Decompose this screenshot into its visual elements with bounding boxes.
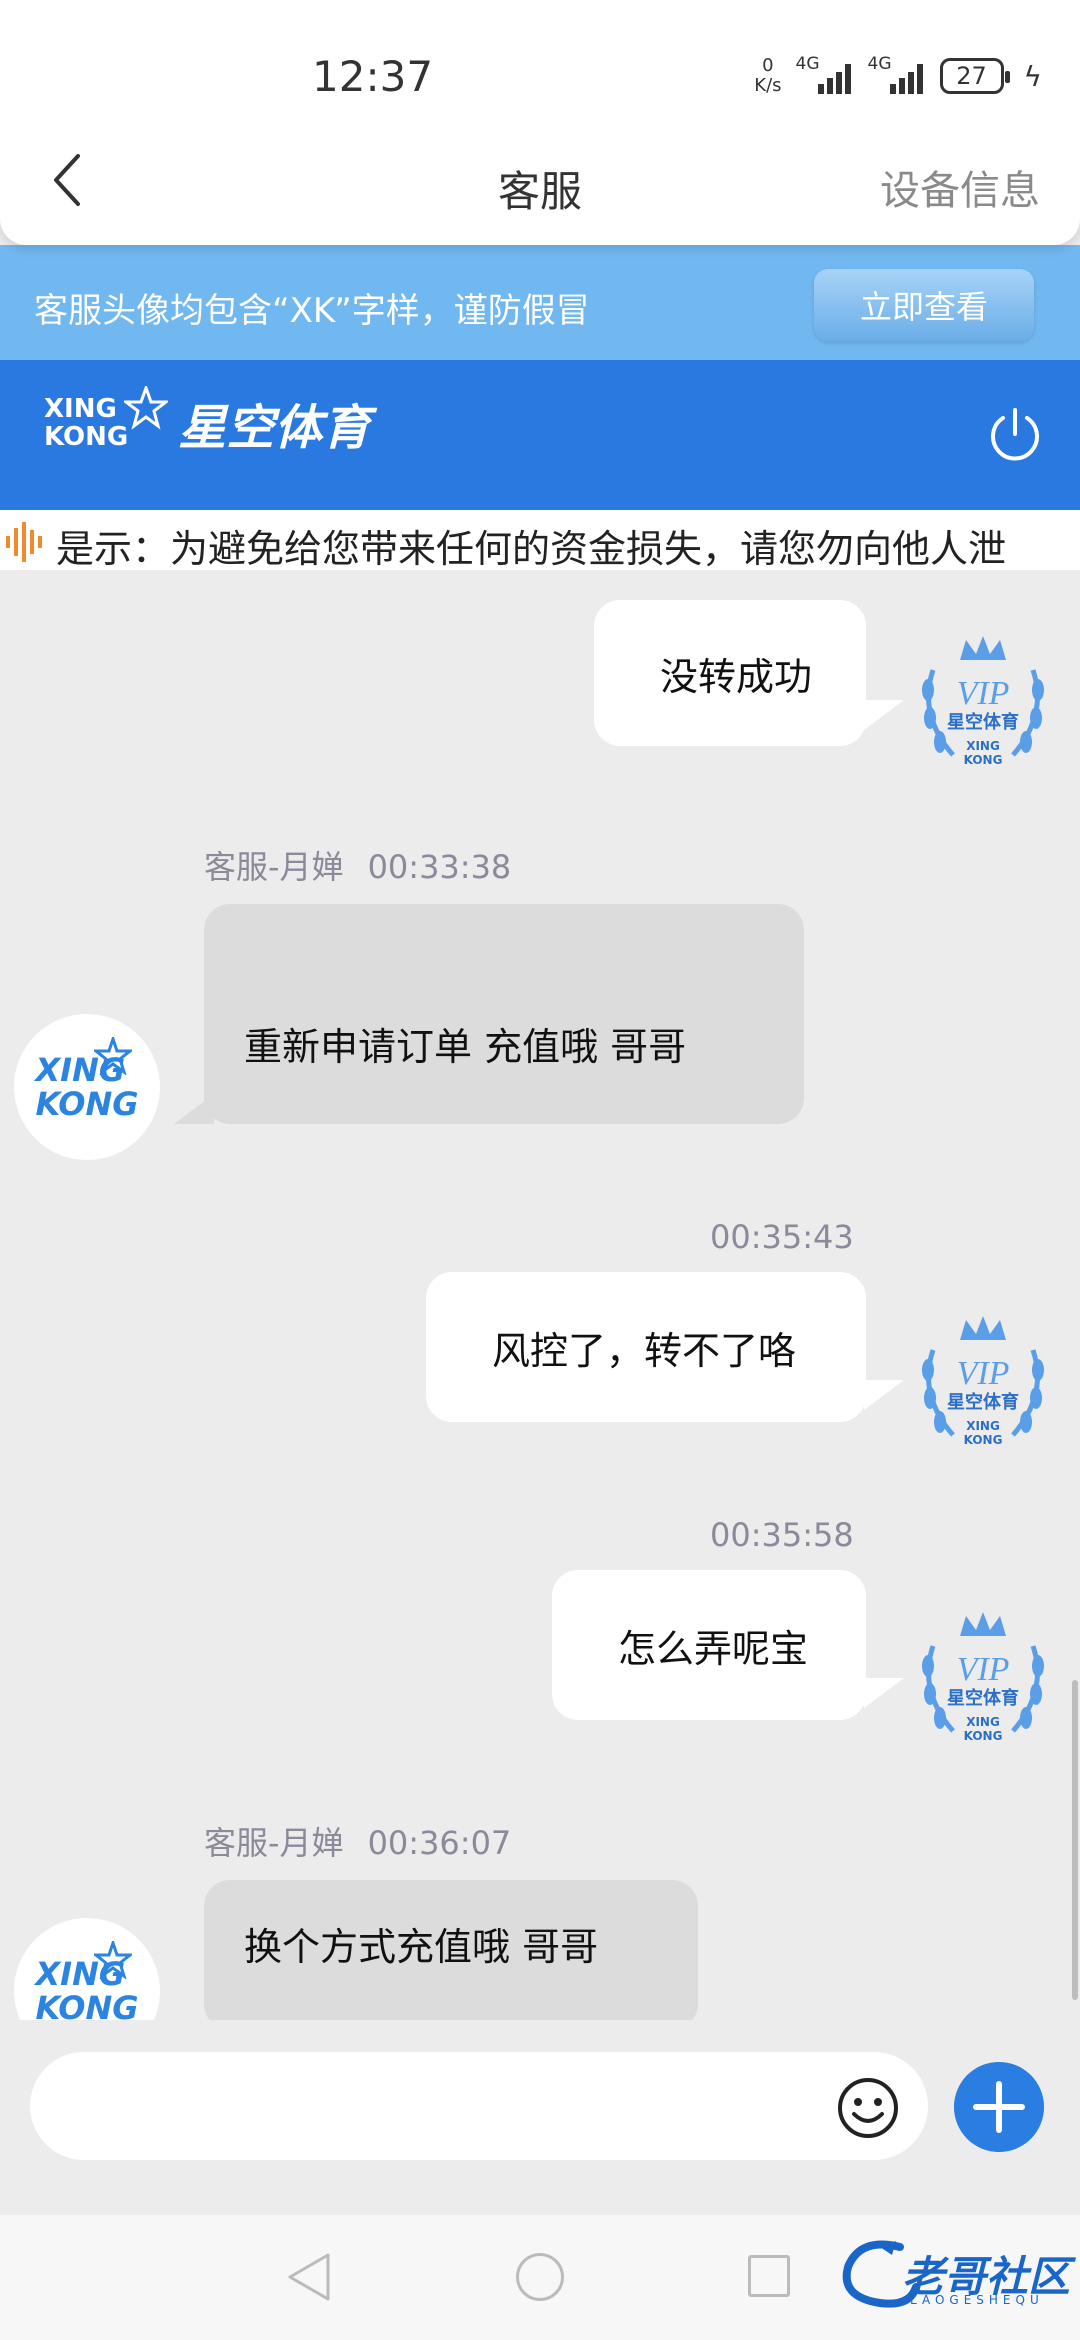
nav-back-icon[interactable] <box>286 2251 332 2303</box>
network-speed-value: 0 <box>762 55 774 76</box>
vip-en-1: XING <box>966 739 1000 753</box>
vip-avatar[interactable]: VIP 星空体育 XING KONG <box>908 630 1058 780</box>
network-speed: 0 K/s <box>754 56 781 96</box>
vip-label: VIP <box>957 1651 1010 1688</box>
message-meta: 客服-月婵 00:33:38 <box>204 842 511 888</box>
brand-logo: XING KONG 星空体育 <box>44 386 371 458</box>
bubble-tail <box>864 1678 904 1708</box>
status-time: 12:37 <box>312 52 434 101</box>
message-bubble-incoming: 重新申请订单 充值哦 哥哥 <box>204 904 804 1124</box>
message-bubble-outgoing: 怎么弄呢宝 <box>552 1570 866 1720</box>
add-icon[interactable] <box>954 2062 1044 2152</box>
bubble-tail <box>864 1380 904 1410</box>
star-icon <box>124 386 169 430</box>
signal-icon: 4G <box>796 54 854 94</box>
status-icons: 0 K/s 4G 4G 27 ϟ <box>754 54 1042 96</box>
announcement-marquee: 是示：为避免给您带来任何的资金损失，请您勿向他人泄 <box>0 510 1080 570</box>
message-time: 00:35:58 <box>710 1516 854 1554</box>
message-time: 00:36:07 <box>367 1824 512 1862</box>
battery-icon: 27 <box>939 58 1010 94</box>
top-header: 12:37 0 K/s 4G 4G 27 ϟ 客服 设备信息 <box>0 0 1080 245</box>
charging-icon: ϟ <box>1023 59 1042 93</box>
power-icon[interactable] <box>984 404 1046 466</box>
watermark-logo: 老哥社区 LAOGESHEQU <box>840 2237 1070 2317</box>
vip-en-1: XING <box>966 1715 1000 1729</box>
battery-level: 27 <box>956 62 987 90</box>
device-info-link[interactable]: 设备信息 <box>880 158 1040 216</box>
agent-avatar[interactable]: XING KONG <box>14 1918 160 2020</box>
message-time: 00:35:43 <box>710 1218 854 1256</box>
notice-text: 客服头像均包含“XK”字样，谨防假冒 <box>34 291 590 331</box>
bubble-tail <box>864 700 904 730</box>
message-text: 换个方式充值哦 哥哥 <box>244 1925 599 1969</box>
network-speed-unit: K/s <box>754 75 782 96</box>
message-text: 怎么弄呢宝 <box>618 1626 809 1671</box>
vip-label: VIP <box>957 1355 1010 1392</box>
system-nav-bar: 老哥社区 LAOGESHEQU <box>0 2215 1080 2340</box>
message-bubble-incoming: 换个方式充值哦 哥哥 <box>204 1880 698 2020</box>
marquee-text: 是示：为避免给您带来任何的资金损失，请您勿向他人泄 <box>56 527 1007 570</box>
message-text: 风控了，转不了咯 <box>492 1328 797 1373</box>
brand-bar: XING KONG 星空体育 <box>0 360 1080 510</box>
signal-icon-2: 4G <box>868 54 926 94</box>
vip-avatar[interactable]: VIP 星空体育 XING KONG <box>908 1606 1058 1756</box>
message-bubble-outgoing: 没转成功 <box>594 600 866 746</box>
vip-cn: 星空体育 <box>947 1391 1019 1413</box>
anti-fraud-notice: 客服头像均包含“XK”字样，谨防假冒 立即查看 <box>0 245 1080 360</box>
chat-messages[interactable]: 没转成功 VIP 星空体育 XING KONG 客服-月婵 00:33:38 重新… <box>0 570 1080 2020</box>
sound-wave-icon <box>6 522 42 562</box>
agent-avatar-line-2: KONG <box>35 1989 139 2020</box>
vip-label: VIP <box>957 675 1010 712</box>
brand-logo-en-2: KONG <box>44 422 129 452</box>
message-bubble-outgoing: 风控了，转不了咯 <box>426 1272 866 1422</box>
message-input[interactable] <box>30 2052 928 2160</box>
vip-cn: 星空体育 <box>947 711 1019 733</box>
message-time: 00:33:38 <box>367 848 512 886</box>
message-meta: 客服-月婵 00:36:07 <box>204 1818 511 1864</box>
brand-logo-en-1: XING <box>44 394 117 424</box>
view-now-button[interactable]: 立即查看 <box>814 269 1034 341</box>
message-composer <box>0 2020 1080 2215</box>
message-text: 没转成功 <box>660 654 813 699</box>
vip-en-2: KONG <box>964 1433 1003 1447</box>
agent-avatar-line-2: KONG <box>35 1085 139 1123</box>
vip-en-2: KONG <box>964 1729 1003 1743</box>
nav-home-icon[interactable] <box>516 2253 564 2301</box>
vip-cn: 星空体育 <box>947 1687 1019 1709</box>
signal-label-2: 4G <box>867 54 892 74</box>
watermark-subtext: LAOGESHEQU <box>910 2293 1044 2307</box>
nav-recent-icon[interactable] <box>748 2255 790 2297</box>
signal-label: 4G <box>795 54 820 74</box>
star-icon <box>93 1037 132 1075</box>
emoji-icon[interactable] <box>836 2076 900 2140</box>
agent-name: 客服-月婵 <box>204 848 344 886</box>
vip-avatar[interactable]: VIP 星空体育 XING KONG <box>908 1310 1058 1460</box>
vip-en-1: XING <box>966 1419 1000 1433</box>
brand-logo-cn: 星空体育 <box>178 400 371 456</box>
star-icon <box>93 1941 132 1979</box>
chat-scrollbar[interactable] <box>1072 1680 1078 2000</box>
agent-avatar[interactable]: XING KONG <box>14 1014 160 1160</box>
bubble-tail <box>174 1094 214 1124</box>
message-text: 重新申请订单 充值哦 哥哥 <box>244 1024 687 1069</box>
agent-name: 客服-月婵 <box>204 1824 344 1862</box>
vip-en-2: KONG <box>964 753 1003 767</box>
